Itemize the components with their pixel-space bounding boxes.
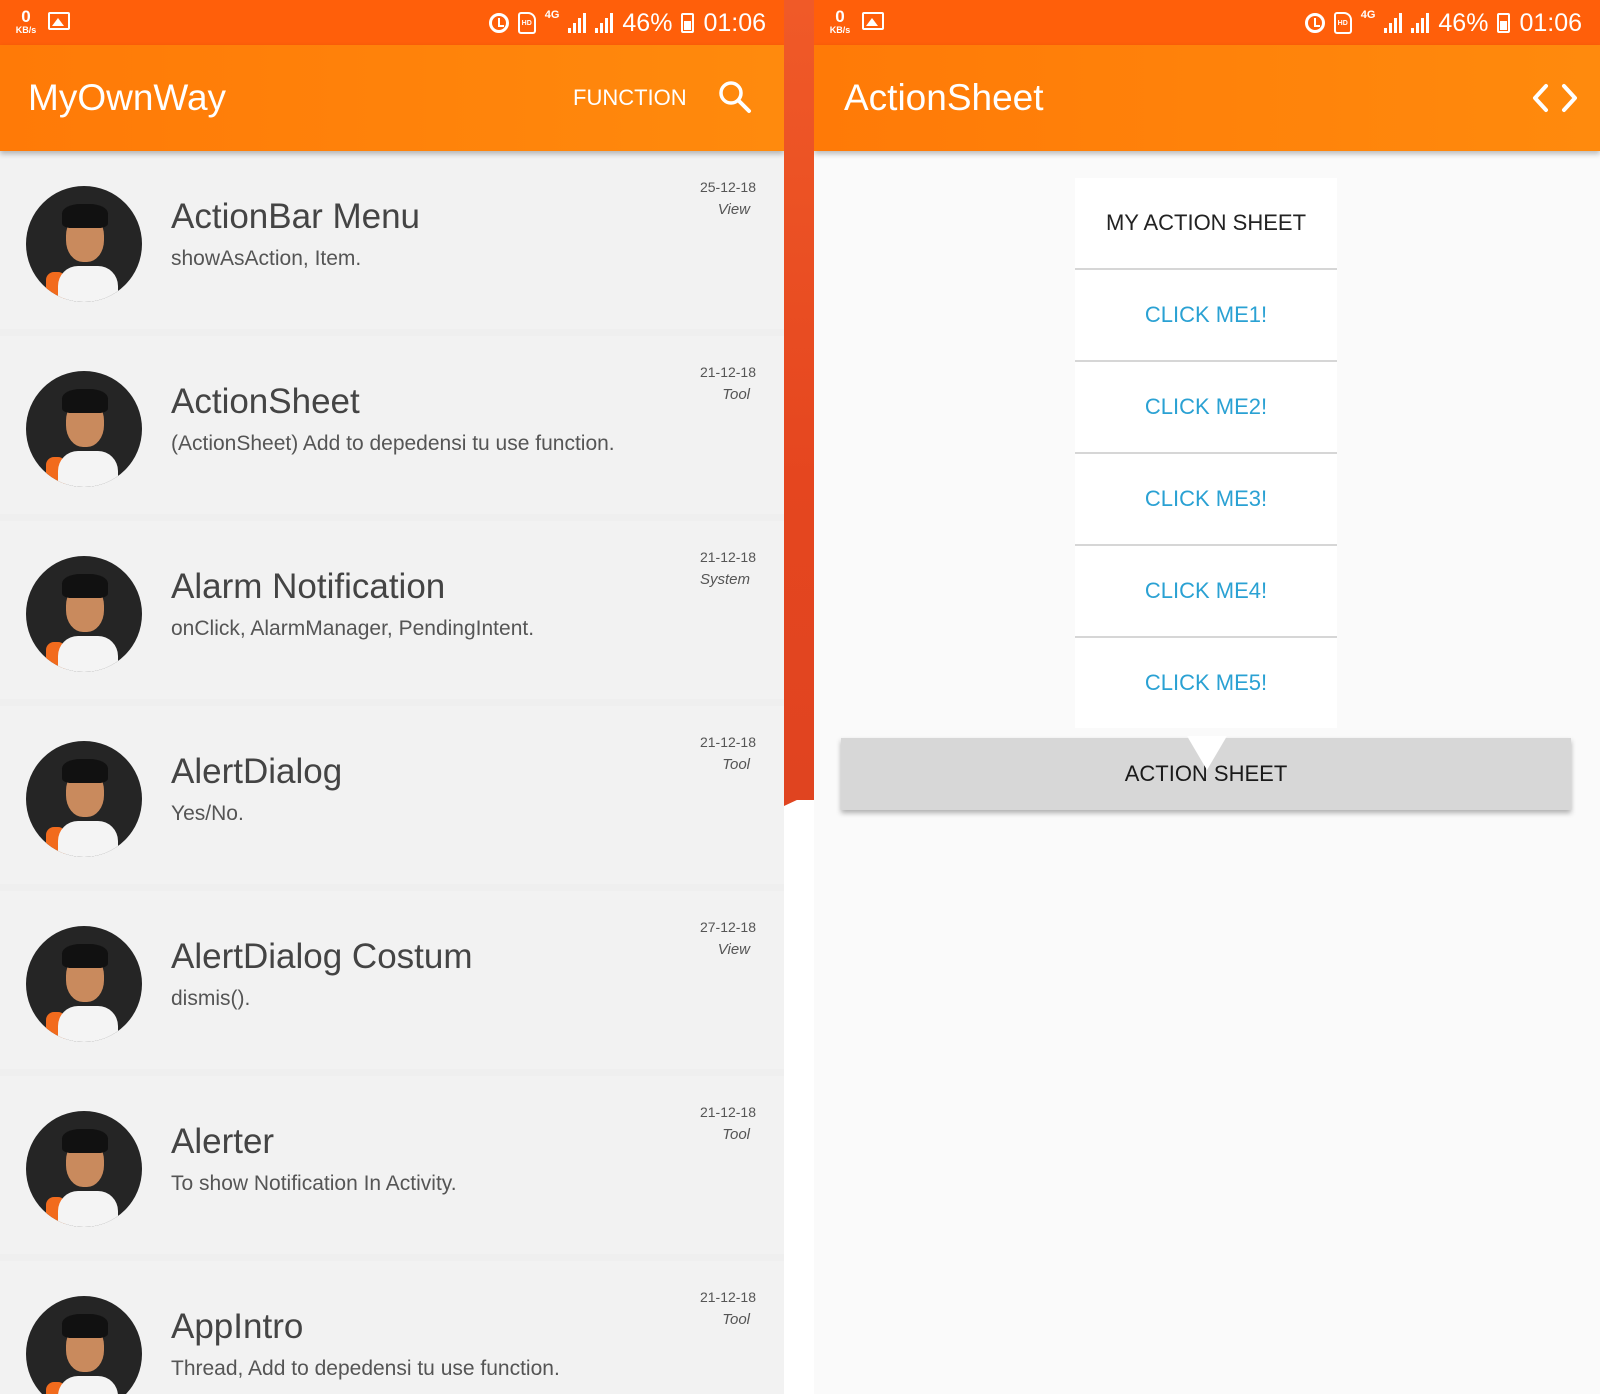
page-title: ActionSheet bbox=[844, 77, 1044, 118]
hd-sim-icon: HD bbox=[517, 12, 536, 34]
avatar bbox=[26, 186, 142, 302]
gallery-notification-icon bbox=[862, 12, 884, 30]
item-category: View bbox=[717, 201, 750, 218]
signal-1-icon bbox=[568, 13, 587, 33]
sheet-option-3[interactable]: CLICK ME3! bbox=[1075, 454, 1337, 546]
function-menu-button[interactable]: FUNCTION bbox=[573, 45, 687, 151]
item-subtitle: dismis(). bbox=[171, 987, 251, 1010]
gallery-notification-icon bbox=[48, 12, 70, 30]
search-icon[interactable] bbox=[718, 80, 752, 114]
item-date: 25-12-18 bbox=[699, 179, 756, 195]
item-subtitle: To show Notification In Activity. bbox=[171, 1172, 457, 1195]
sheet-option-5[interactable]: CLICK ME5! bbox=[1075, 638, 1337, 728]
network-speed: 0 KB/s bbox=[12, 8, 40, 35]
network-speed-value: 0 bbox=[21, 7, 31, 26]
list-item[interactable]: Alarm Notification onClick, AlarmManager,… bbox=[0, 521, 784, 699]
item-title: Alerter bbox=[171, 1122, 275, 1161]
clock-time: 01:06 bbox=[703, 8, 766, 37]
battery-percent: 46% bbox=[622, 8, 673, 37]
hd-sim-icon: HD bbox=[1333, 12, 1352, 34]
status-bar: 0 KB/s HD 4G 46% 01:06 bbox=[0, 0, 784, 45]
signal-2-icon bbox=[1411, 13, 1430, 33]
item-subtitle: Thread, Add to depedensi tu use function… bbox=[171, 1357, 560, 1380]
signal-1-icon bbox=[1384, 13, 1403, 33]
popup-pointer-arrow bbox=[1187, 736, 1227, 770]
function-list: ActionBar Menu showAsAction, Item. 25-12-1… bbox=[0, 151, 784, 1394]
app-toolbar: MyOwnWay FUNCTION bbox=[0, 45, 784, 151]
item-date: 27-12-18 bbox=[699, 919, 756, 935]
network-type-label: 4G bbox=[544, 9, 560, 21]
code-icon[interactable] bbox=[1530, 81, 1580, 115]
network-speed: 0 KB/s bbox=[826, 8, 854, 35]
list-item[interactable]: AlertDialog Yes/No. 21-12-18 Tool bbox=[0, 706, 784, 884]
item-title: ActionSheet bbox=[171, 382, 360, 421]
avatar bbox=[26, 741, 142, 857]
item-category: Tool bbox=[722, 1311, 750, 1328]
item-date: 21-12-18 bbox=[699, 1289, 756, 1305]
app-toolbar: ActionSheet bbox=[814, 45, 1600, 151]
item-subtitle: showAsAction, Item. bbox=[171, 247, 362, 270]
alarm-icon bbox=[1304, 13, 1325, 33]
list-item[interactable]: AppIntro Thread, Add to depedensi tu use … bbox=[0, 1261, 784, 1394]
alarm-icon bbox=[488, 13, 509, 33]
item-title: Alarm Notification bbox=[171, 567, 446, 606]
avatar bbox=[26, 371, 142, 487]
app-title: MyOwnWay bbox=[28, 77, 227, 118]
item-date: 21-12-18 bbox=[699, 549, 756, 565]
item-date: 21-12-18 bbox=[699, 1104, 756, 1120]
signal-2-icon bbox=[595, 13, 614, 33]
left-screen: 0 KB/s HD 4G 46% 01:06 MyOwnWay FUNCTION… bbox=[0, 0, 784, 1394]
avatar bbox=[26, 556, 142, 672]
avatar bbox=[26, 926, 142, 1042]
screenshot-divider bbox=[784, 0, 814, 1394]
item-category: Tool bbox=[722, 756, 750, 773]
item-date: 21-12-18 bbox=[699, 734, 756, 750]
battery-icon bbox=[681, 13, 695, 33]
battery-icon bbox=[1497, 13, 1511, 33]
list-item[interactable]: ActionBar Menu showAsAction, Item. 25-12-1… bbox=[0, 151, 784, 329]
list-item[interactable]: Alerter To show Notification In Activity.… bbox=[0, 1076, 784, 1254]
network-speed-unit: KB/s bbox=[829, 25, 851, 35]
action-sheet-popup: MY ACTION SHEET CLICK ME1! CLICK ME2! CL… bbox=[1075, 178, 1337, 728]
network-speed-unit: KB/s bbox=[15, 25, 37, 35]
network-speed-value: 0 bbox=[835, 7, 845, 26]
clock-time: 01:06 bbox=[1519, 8, 1582, 37]
list-item[interactable]: AlertDialog Costum dismis(). 27-12-18 View bbox=[0, 891, 784, 1069]
avatar bbox=[26, 1111, 142, 1227]
item-category: Tool bbox=[722, 1126, 750, 1143]
item-title: ActionBar Menu bbox=[171, 197, 421, 236]
item-subtitle: onClick, AlarmManager, PendingIntent. bbox=[171, 617, 535, 640]
item-category: View bbox=[717, 941, 750, 958]
action-sheet-title: MY ACTION SHEET bbox=[1075, 178, 1337, 270]
item-title: AlertDialog bbox=[171, 752, 343, 791]
list-item[interactable]: ActionSheet (ActionSheet) Add to depedens… bbox=[0, 336, 784, 514]
item-title: AlertDialog Costum bbox=[171, 937, 473, 976]
item-category: Tool bbox=[722, 386, 750, 403]
status-bar: 0 KB/s HD 4G 46% 01:06 bbox=[814, 0, 1600, 45]
avatar bbox=[26, 1296, 142, 1394]
item-category: System bbox=[699, 571, 750, 588]
sheet-option-4[interactable]: CLICK ME4! bbox=[1075, 546, 1337, 638]
battery-percent: 46% bbox=[1438, 8, 1489, 37]
item-subtitle: (ActionSheet) Add to depedensi tu use fu… bbox=[171, 432, 615, 455]
sheet-option-1[interactable]: CLICK ME1! bbox=[1075, 270, 1337, 362]
network-type-label: 4G bbox=[1360, 9, 1376, 21]
item-subtitle: Yes/No. bbox=[171, 802, 244, 825]
right-screen: 0 KB/s HD 4G 46% 01:06 ActionSheet MY AC… bbox=[814, 0, 1600, 1394]
item-title: AppIntro bbox=[171, 1307, 304, 1346]
item-date: 21-12-18 bbox=[699, 364, 756, 380]
sheet-option-2[interactable]: CLICK ME2! bbox=[1075, 362, 1337, 454]
